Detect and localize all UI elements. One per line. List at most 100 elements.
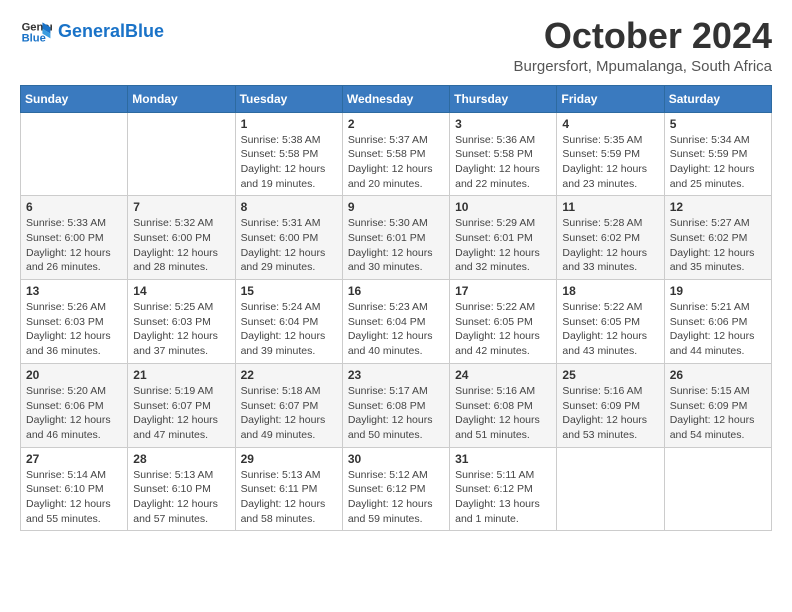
- logo-blue: Blue: [125, 21, 164, 41]
- day-number: 20: [26, 368, 122, 382]
- calendar-cell: 16Sunrise: 5:23 AMSunset: 6:04 PMDayligh…: [342, 280, 449, 364]
- calendar-week-2: 6Sunrise: 5:33 AMSunset: 6:00 PMDaylight…: [21, 196, 772, 280]
- header-monday: Monday: [128, 85, 235, 112]
- day-number: 6: [26, 200, 122, 214]
- day-info: Sunrise: 5:27 AMSunset: 6:02 PMDaylight:…: [670, 216, 766, 275]
- header-sunday: Sunday: [21, 85, 128, 112]
- day-number: 31: [455, 452, 551, 466]
- calendar-cell: 17 Sunrise: 5:22 AMSunset: 6:05 PMDayligh…: [450, 280, 557, 364]
- header-wednesday: Wednesday: [342, 85, 449, 112]
- title-section: October 2024 Burgersfort, Mpumalanga, So…: [514, 16, 772, 75]
- day-info: Sunrise: 5:26 AMSunset: 6:03 PMDaylight:…: [26, 300, 122, 359]
- day-info: Sunrise: 5:30 AMSunset: 6:01 PMDaylight:…: [348, 216, 444, 275]
- day-info: Sunrise: 5:16 AMSunset: 6:08 PMDaylight:…: [455, 384, 551, 443]
- day-info: Sunrise: 5:28 AMSunset: 6:02 PMDaylight:…: [562, 216, 658, 275]
- day-number: 19: [670, 284, 766, 298]
- day-number: 27: [26, 452, 122, 466]
- calendar-cell: 15Sunrise: 5:24 AMSunset: 6:04 PMDayligh…: [235, 280, 342, 364]
- svg-text:Blue: Blue: [22, 33, 46, 45]
- calendar-cell: 6Sunrise: 5:33 AMSunset: 6:00 PMDaylight…: [21, 196, 128, 280]
- calendar-cell: 3 Sunrise: 5:36 AMSunset: 5:58 PMDaylight…: [450, 112, 557, 196]
- calendar-cell: 23 Sunrise: 5:17 AMSunset: 6:08 PMDayligh…: [342, 363, 449, 447]
- header-thursday: Thursday: [450, 85, 557, 112]
- day-number: 23: [348, 368, 444, 382]
- day-number: 16: [348, 284, 444, 298]
- calendar-cell: 12Sunrise: 5:27 AMSunset: 6:02 PMDayligh…: [664, 196, 771, 280]
- calendar-cell: 25 Sunrise: 5:16 AMSunset: 6:09 PMDayligh…: [557, 363, 664, 447]
- day-info: Sunrise: 5:11 AMSunset: 6:12 PMDaylight:…: [455, 468, 551, 527]
- day-info: Sunrise: 5:24 AMSunset: 6:04 PMDaylight:…: [241, 300, 337, 359]
- day-info: Sunrise: 5:19 AMSunset: 6:07 PMDaylight:…: [133, 384, 229, 443]
- logo-text: GeneralBlue: [58, 22, 164, 42]
- day-info: Sunrise: 5:38 AMSunset: 5:58 PMDaylight:…: [241, 133, 337, 192]
- calendar-cell: 21Sunrise: 5:19 AMSunset: 6:07 PMDayligh…: [128, 363, 235, 447]
- calendar-cell: 8 Sunrise: 5:31 AMSunset: 6:00 PMDaylight…: [235, 196, 342, 280]
- day-info: Sunrise: 5:31 AMSunset: 6:00 PMDaylight:…: [241, 216, 337, 275]
- calendar-cell: 31 Sunrise: 5:11 AMSunset: 6:12 PMDayligh…: [450, 447, 557, 531]
- calendar-table: Sunday Monday Tuesday Wednesday Thursday…: [20, 85, 772, 532]
- header-tuesday: Tuesday: [235, 85, 342, 112]
- day-info: Sunrise: 5:25 AMSunset: 6:03 PMDaylight:…: [133, 300, 229, 359]
- day-info: Sunrise: 5:13 AMSunset: 6:10 PMDaylight:…: [133, 468, 229, 527]
- calendar-cell: [664, 447, 771, 531]
- day-number: 14: [133, 284, 229, 298]
- day-info: Sunrise: 5:34 AMSunset: 5:59 PMDaylight:…: [670, 133, 766, 192]
- calendar-cell: [128, 112, 235, 196]
- calendar-week-4: 20 Sunrise: 5:20 AMSunset: 6:06 PMDayligh…: [21, 363, 772, 447]
- day-info: Sunrise: 5:14 AMSunset: 6:10 PMDaylight:…: [26, 468, 122, 527]
- page-subtitle: Burgersfort, Mpumalanga, South Africa: [514, 58, 772, 75]
- day-info: Sunrise: 5:18 AMSunset: 6:07 PMDaylight:…: [241, 384, 337, 443]
- day-number: 18: [562, 284, 658, 298]
- day-info: Sunrise: 5:15 AMSunset: 6:09 PMDaylight:…: [670, 384, 766, 443]
- day-number: 4: [562, 117, 658, 131]
- day-info: Sunrise: 5:12 AMSunset: 6:12 PMDaylight:…: [348, 468, 444, 527]
- day-number: 1: [241, 117, 337, 131]
- page-title: October 2024: [514, 16, 772, 56]
- day-info: Sunrise: 5:29 AMSunset: 6:01 PMDaylight:…: [455, 216, 551, 275]
- day-number: 2: [348, 117, 444, 131]
- calendar-cell: 28Sunrise: 5:13 AMSunset: 6:10 PMDayligh…: [128, 447, 235, 531]
- day-number: 7: [133, 200, 229, 214]
- day-number: 29: [241, 452, 337, 466]
- day-number: 5: [670, 117, 766, 131]
- day-number: 17: [455, 284, 551, 298]
- calendar-cell: 27 Sunrise: 5:14 AMSunset: 6:10 PMDayligh…: [21, 447, 128, 531]
- day-info: Sunrise: 5:21 AMSunset: 6:06 PMDaylight:…: [670, 300, 766, 359]
- day-info: Sunrise: 5:36 AMSunset: 5:58 PMDaylight:…: [455, 133, 551, 192]
- header-saturday: Saturday: [664, 85, 771, 112]
- day-number: 30: [348, 452, 444, 466]
- calendar-cell: 14 Sunrise: 5:25 AMSunset: 6:03 PMDayligh…: [128, 280, 235, 364]
- calendar-cell: 19 Sunrise: 5:21 AMSunset: 6:06 PMDayligh…: [664, 280, 771, 364]
- calendar-cell: [557, 447, 664, 531]
- calendar-header-row: Sunday Monday Tuesday Wednesday Thursday…: [21, 85, 772, 112]
- calendar-cell: 22 Sunrise: 5:18 AMSunset: 6:07 PMDayligh…: [235, 363, 342, 447]
- calendar-cell: [21, 112, 128, 196]
- calendar-cell: 18 Sunrise: 5:22 AMSunset: 6:05 PMDayligh…: [557, 280, 664, 364]
- calendar-cell: 11 Sunrise: 5:28 AMSunset: 6:02 PMDayligh…: [557, 196, 664, 280]
- calendar-cell: 7Sunrise: 5:32 AMSunset: 6:00 PMDaylight…: [128, 196, 235, 280]
- day-number: 11: [562, 200, 658, 214]
- logo-icon: General Blue: [20, 16, 52, 48]
- calendar-cell: 30 Sunrise: 5:12 AMSunset: 6:12 PMDayligh…: [342, 447, 449, 531]
- day-number: 25: [562, 368, 658, 382]
- day-number: 24: [455, 368, 551, 382]
- day-info: Sunrise: 5:20 AMSunset: 6:06 PMDaylight:…: [26, 384, 122, 443]
- day-number: 8: [241, 200, 337, 214]
- day-info: Sunrise: 5:22 AMSunset: 6:05 PMDaylight:…: [562, 300, 658, 359]
- day-number: 3: [455, 117, 551, 131]
- header-friday: Friday: [557, 85, 664, 112]
- calendar-week-5: 27 Sunrise: 5:14 AMSunset: 6:10 PMDayligh…: [21, 447, 772, 531]
- day-number: 22: [241, 368, 337, 382]
- day-info: Sunrise: 5:16 AMSunset: 6:09 PMDaylight:…: [562, 384, 658, 443]
- day-info: Sunrise: 5:35 AMSunset: 5:59 PMDaylight:…: [562, 133, 658, 192]
- logo-general: General: [58, 21, 125, 41]
- day-info: Sunrise: 5:22 AMSunset: 6:05 PMDaylight:…: [455, 300, 551, 359]
- calendar-cell: 26 Sunrise: 5:15 AMSunset: 6:09 PMDayligh…: [664, 363, 771, 447]
- day-info: Sunrise: 5:13 AMSunset: 6:11 PMDaylight:…: [241, 468, 337, 527]
- calendar-week-1: 1 Sunrise: 5:38 AMSunset: 5:58 PMDaylight…: [21, 112, 772, 196]
- calendar-cell: 24 Sunrise: 5:16 AMSunset: 6:08 PMDayligh…: [450, 363, 557, 447]
- calendar-cell: 4 Sunrise: 5:35 AMSunset: 5:59 PMDaylight…: [557, 112, 664, 196]
- calendar-cell: 9Sunrise: 5:30 AMSunset: 6:01 PMDaylight…: [342, 196, 449, 280]
- day-number: 26: [670, 368, 766, 382]
- day-info: Sunrise: 5:17 AMSunset: 6:08 PMDaylight:…: [348, 384, 444, 443]
